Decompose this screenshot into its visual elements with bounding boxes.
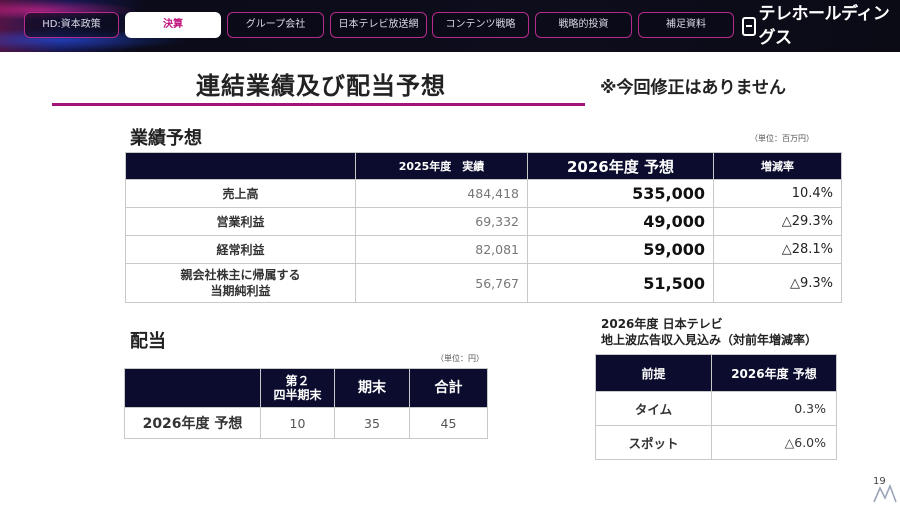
tv-ad-table: 前提 2026年度 予想 タイム 0.3% スポット △6.0% (595, 354, 837, 460)
revision-notice: ※今回修正はありません (600, 78, 787, 98)
row-label: 営業利益 (125, 207, 356, 236)
table-row: スポット △6.0% (595, 425, 837, 460)
company-logo[interactable]: テレホールディングス (742, 4, 900, 48)
actual-value: 69,332 (355, 207, 528, 236)
row-label-line1: 親会社株主に帰属する (180, 268, 301, 282)
tab-supplementary[interactable]: 補足資料 (638, 12, 734, 38)
table-header-row: 第２ 四半期末 期末 合計 (124, 368, 488, 408)
table-row: 営業利益 69,332 49,000 △29.3% (125, 207, 842, 236)
watermark-icon (873, 483, 897, 503)
row-label: スポット (595, 425, 712, 460)
header-forecast: 2026年度 予想 (527, 152, 714, 180)
header-blank (124, 368, 261, 408)
actual-value: 56,767 (355, 263, 528, 303)
page-title: 連結業績及び配当予想 (196, 72, 446, 100)
row-label: 売上高 (125, 179, 356, 208)
dividend-table: 第２ 四半期末 期末 合計 2026年度 予想 10 35 45 (124, 368, 488, 439)
forecast-value: 49,000 (527, 207, 714, 236)
rate-value: △9.3% (713, 263, 842, 303)
actual-value: 484,418 (355, 179, 528, 208)
tab-financial-results[interactable]: 決算 (125, 12, 221, 38)
title-underline (52, 103, 585, 106)
forecast-value: 51,500 (527, 263, 714, 303)
top-navigation-bar: HD:資本政策 決算 グループ会社 日本テレビ放送網 コンテンツ戦略 戦略的投資… (0, 0, 900, 52)
row-label: 経常利益 (125, 235, 356, 264)
rate-value: △29.3% (713, 207, 842, 236)
header-actual: 2025年度 実績 (355, 152, 528, 180)
tab-strategic-investment[interactable]: 戦略的投資 (535, 12, 632, 38)
tab-capital-policy[interactable]: HD:資本政策 (24, 12, 119, 38)
actual-value: 82,081 (355, 235, 528, 264)
performance-heading: 業績予想 (130, 128, 202, 149)
row-value: △6.0% (711, 425, 837, 460)
dividend-heading: 配当 (130, 331, 166, 352)
row-label-line2: 当期純利益 (210, 284, 271, 298)
year-end-value: 35 (334, 407, 410, 439)
rate-value: △28.1% (713, 235, 842, 264)
dividend-unit: （単位：円） (436, 354, 484, 363)
header-blank (125, 152, 356, 180)
header-q2-line2: 四半期末 (273, 388, 322, 402)
header-q2-line1: 第２ (285, 374, 310, 388)
row-value: 0.3% (711, 391, 837, 426)
forecast-value: 535,000 (527, 179, 714, 208)
table-header-row: 前提 2026年度 予想 (595, 354, 837, 392)
table-header-row: 2025年度 実績 2026年度 予想 増減率 (125, 152, 842, 180)
total-value: 45 (409, 407, 488, 439)
table-row: 2026年度 予想 10 35 45 (124, 407, 488, 439)
row-label: 2026年度 予想 (124, 407, 261, 439)
tv-caption-line2: 地上波広告収入見込み（対前年増減率） (601, 333, 818, 347)
performance-table: 2025年度 実績 2026年度 予想 増減率 売上高 484,418 535,… (125, 152, 842, 303)
header-premise: 前提 (595, 354, 712, 392)
table-row: 売上高 484,418 535,000 10.4% (125, 179, 842, 208)
header-year-end: 期末 (334, 368, 410, 408)
logo-text: テレホールディングス (758, 4, 890, 48)
row-label: 親会社株主に帰属する 当期純利益 (125, 263, 356, 303)
performance-unit: （単位：百万円） (750, 134, 814, 143)
table-row: タイム 0.3% (595, 391, 837, 426)
q2-value: 10 (260, 407, 335, 439)
tv-caption-line1: 2026年度 日本テレビ (601, 317, 723, 331)
table-row: 経常利益 82,081 59,000 △28.1% (125, 235, 842, 264)
row-label: タイム (595, 391, 712, 426)
tab-group-companies[interactable]: グループ会社 (227, 12, 324, 38)
header-forecast: 2026年度 予想 (711, 354, 837, 392)
header-q2: 第２ 四半期末 (260, 368, 335, 408)
rate-value: 10.4% (713, 179, 842, 208)
tab-ntv-network[interactable]: 日本テレビ放送網 (330, 12, 427, 38)
tv-ad-caption: 2026年度 日本テレビ 地上波広告収入見込み（対前年増減率） (601, 316, 817, 348)
logo-mark-icon (742, 16, 756, 36)
header-total: 合計 (409, 368, 488, 408)
tab-content-strategy[interactable]: コンテンツ戦略 (432, 12, 529, 38)
forecast-value: 59,000 (527, 235, 714, 264)
header-rate: 増減率 (713, 152, 842, 180)
table-row: 親会社株主に帰属する 当期純利益 56,767 51,500 △9.3% (125, 263, 842, 303)
